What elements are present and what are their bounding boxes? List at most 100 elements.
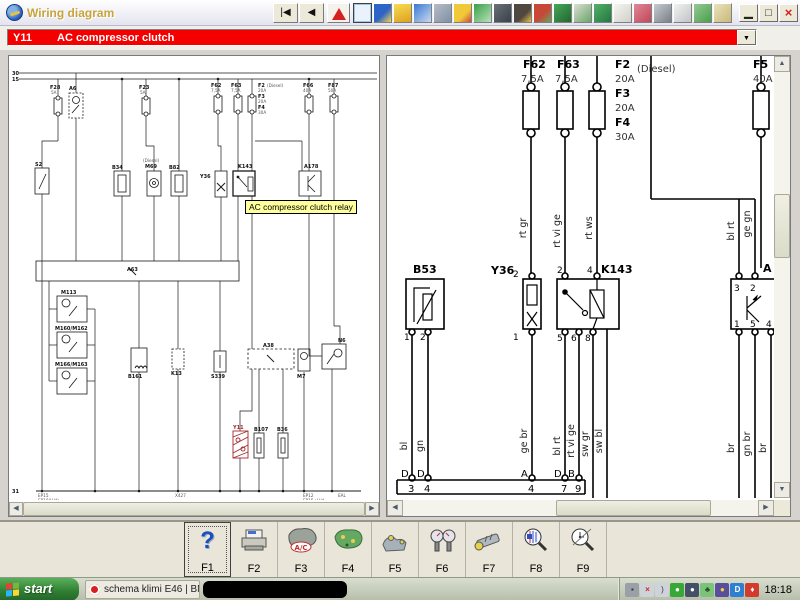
svg-text:5A: 5A [140, 90, 146, 95]
svg-text:F62: F62 [523, 58, 546, 71]
fkey-label: F7 [466, 563, 512, 575]
component-y36[interactable] [523, 273, 541, 335]
toolbar-ignition-icon[interactable] [513, 3, 532, 23]
minimize-button[interactable]: ▁ [739, 4, 758, 22]
svg-text:(Diesel): (Diesel) [267, 83, 284, 88]
toolbar-navigation-icon[interactable] [373, 3, 392, 23]
fkey-f9-button[interactable]: F9 [560, 522, 607, 577]
toolbar-lift-icon[interactable] [473, 3, 492, 23]
svg-text:M113: M113 [61, 290, 77, 296]
scrollbar-thumb[interactable] [556, 500, 711, 516]
parts-icon [377, 525, 413, 555]
nav-back-button[interactable]: ◀ [299, 3, 324, 23]
wires [19, 73, 377, 491]
taskbar: start schema klimi E46 | BM... ▪ × ) ● ●… [0, 577, 800, 600]
svg-text:br: br [758, 443, 769, 453]
toolbar-vehicle-query-icon[interactable] [613, 3, 632, 23]
scrollbar-thumb[interactable] [23, 502, 365, 516]
fkey-f6-button[interactable]: F6 [419, 522, 466, 577]
start-button[interactable]: start [0, 578, 79, 600]
svg-text:31: 31 [12, 489, 19, 495]
scroll-left-button[interactable]: ◀ [387, 500, 403, 516]
component-symbols[interactable] [35, 93, 346, 458]
fuse-symbols[interactable] [54, 94, 338, 116]
media-tray-icon[interactable]: ● [715, 583, 729, 597]
board-icon [330, 525, 366, 555]
fkey-label: F9 [560, 563, 606, 575]
scroll-down-button[interactable]: ▼ [774, 482, 790, 498]
nav-first-button[interactable]: |◀ [273, 3, 298, 23]
vertical-scrollbar[interactable]: ▲ ▼ [774, 56, 790, 498]
warning-button[interactable] [327, 3, 350, 23]
toolbar-truck-icon[interactable] [453, 3, 472, 23]
svg-text:4: 4 [587, 266, 593, 276]
toolbar-battery-icon[interactable] [553, 3, 572, 23]
fuse-symbols[interactable] [523, 83, 769, 137]
scroll-left-button[interactable]: ◀ [9, 502, 23, 516]
svg-text:(Diesel): (Diesel) [637, 64, 676, 75]
fkey-f8-button[interactable]: F8 [513, 522, 560, 577]
redacted-task-button[interactable] [203, 581, 347, 598]
toolbar-hub-icon[interactable] [653, 3, 672, 23]
toolbar-wheel-icon[interactable] [413, 3, 432, 23]
component-selector[interactable]: Y11 AC compressor clutch ▼ [7, 29, 757, 46]
svg-text:4: 4 [528, 484, 534, 495]
svg-text:30A: 30A [258, 110, 266, 115]
detail-schematic[interactable]: F62 F63 F2 F3 F4 F5 B53 Y36 K143 A 7,5A … [387, 56, 774, 498]
detail-diagram-panel[interactable]: F62 F63 F2 F3 F4 F5 B53 Y36 K143 A 7,5A … [386, 55, 791, 517]
fkey-label: F3 [278, 563, 324, 575]
climate-engine-icon: A/C [281, 525, 321, 555]
horizontal-scrollbar[interactable]: ◀ ▶ [387, 500, 774, 516]
toolbar-printer-icon[interactable] [573, 3, 592, 23]
input-device-tray-icon[interactable]: ▪ [625, 583, 639, 597]
svg-text:4: 4 [766, 320, 772, 330]
scroll-up-button[interactable]: ▲ [774, 56, 790, 72]
antivirus-tray-icon[interactable]: ♦ [745, 583, 759, 597]
svg-text:A6: A6 [69, 86, 77, 92]
close-button[interactable]: × [779, 4, 798, 22]
fkey-f1-button[interactable]: ? F1 [184, 522, 231, 577]
toolbar-car-icon[interactable] [693, 3, 712, 23]
scroll-right-button[interactable]: ▶ [365, 502, 379, 516]
toolbar-wiring-selected-icon[interactable] [353, 3, 372, 23]
svg-text:30A: 30A [615, 132, 635, 143]
network-offline-tray-icon[interactable]: × [640, 583, 654, 597]
component-k143[interactable] [557, 273, 619, 335]
left-horizontal-scrollbar[interactable]: ◀ ▶ [9, 502, 379, 516]
toolbar-chassis-icon[interactable] [433, 3, 452, 23]
selector-dropdown-button[interactable]: ▼ [737, 30, 756, 45]
component-tooltip: AC compressor clutch relay [245, 200, 357, 214]
scroll-right-button[interactable]: ▶ [758, 500, 774, 516]
toolbar-airbag-icon[interactable] [673, 3, 692, 23]
fkey-label: F5 [372, 563, 418, 575]
toolbar-engine-icon[interactable] [533, 3, 552, 23]
svg-text:40A: 40A [753, 74, 773, 85]
overview-diagram-panel[interactable]: 30 15 F28 A6 F23 F62 F63 F2 F3 F4 F66 F8… [8, 55, 380, 517]
fkey-f7-button[interactable]: F7 [466, 522, 513, 577]
network-signal-tray-icon[interactable]: ) [655, 583, 669, 597]
toolbar-machine-icon[interactable] [633, 3, 652, 23]
toolbar-radio-icon[interactable] [493, 3, 512, 23]
toolbar-vehicle-icon[interactable] [393, 3, 412, 23]
toolbar-diagnostics-icon[interactable] [593, 3, 612, 23]
taskbar-task-button[interactable]: schema klimi E46 | BM... [85, 580, 200, 599]
svg-text:2: 2 [513, 270, 519, 280]
svg-text:7,5A: 7,5A [521, 74, 544, 85]
browser-icon [89, 584, 100, 595]
overview-schematic[interactable]: 30 15 F28 A6 F23 F62 F63 F2 F3 F4 F66 F8… [9, 56, 379, 500]
fkey-f3-button[interactable]: A/C F3 [278, 522, 325, 577]
updater-tray-icon[interactable]: ♣ [700, 583, 714, 597]
scrollbar-thumb[interactable] [774, 194, 790, 258]
maximize-button[interactable]: □ [759, 4, 778, 22]
toolbar-module-icon[interactable] [713, 3, 732, 23]
component-b53[interactable] [406, 279, 444, 335]
fkey-f4-button[interactable]: F4 [325, 522, 372, 577]
fkey-f2-button[interactable]: F2 [231, 522, 278, 577]
y11-highlighted-component[interactable] [233, 431, 248, 458]
svg-text:ge gn: ge gn [742, 211, 753, 238]
messenger-tray-icon[interactable]: ● [670, 583, 684, 597]
dictionary-tray-icon[interactable]: D [730, 583, 744, 597]
scheduler-tray-icon[interactable]: ● [685, 583, 699, 597]
fkey-label: F2 [231, 563, 277, 575]
fkey-f5-button[interactable]: F5 [372, 522, 419, 577]
